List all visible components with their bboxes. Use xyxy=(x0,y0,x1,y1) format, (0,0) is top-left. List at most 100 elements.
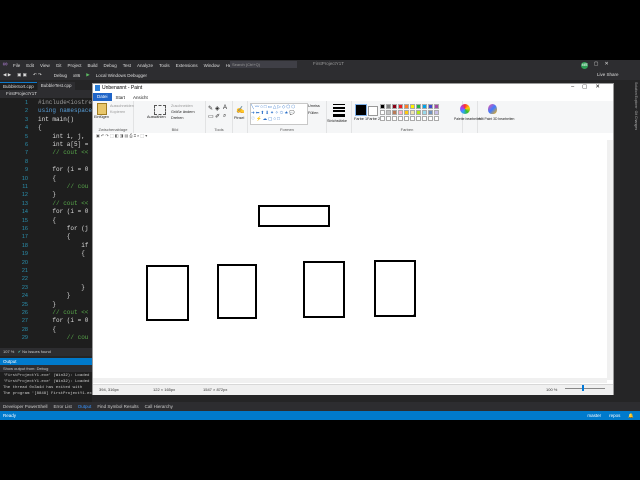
tab-start[interactable]: Start xyxy=(112,95,130,100)
menu-project[interactable]: Project xyxy=(64,63,84,68)
palette-swatch[interactable] xyxy=(404,104,409,109)
editor-zoom[interactable]: 107 % xyxy=(3,349,14,354)
menu-file[interactable]: File xyxy=(10,63,23,68)
menu-edit[interactable]: Edit xyxy=(23,63,37,68)
undo-icon[interactable]: ↶ ↷ xyxy=(30,72,45,78)
canvas-horizontal-scrollbar[interactable] xyxy=(93,378,607,383)
canvas-vertical-scrollbar[interactable] xyxy=(607,140,613,380)
tab-ansicht[interactable]: Ansicht xyxy=(129,95,152,100)
palette-swatch-empty[interactable] xyxy=(404,116,409,121)
repo-name[interactable]: repos xyxy=(609,413,620,419)
palette-swatch[interactable] xyxy=(422,104,427,109)
fill-button[interactable]: Füllen xyxy=(308,111,318,115)
paint-canvas[interactable] xyxy=(93,140,607,380)
tab-error-list[interactable]: Error List xyxy=(51,404,75,409)
git-branch[interactable]: master xyxy=(587,413,601,419)
tab-call-hierarchy[interactable]: Call Hierarchy xyxy=(142,404,176,409)
color-palette[interactable] xyxy=(380,104,440,124)
config-dropdown[interactable]: Debug xyxy=(51,73,70,78)
palette-swatch[interactable] xyxy=(428,110,433,115)
palette-swatch[interactable] xyxy=(380,104,385,109)
palette-swatch[interactable] xyxy=(386,104,391,109)
scope-dropdown[interactable]: FirstProjectY1T xyxy=(0,90,98,98)
cut-button[interactable]: Ausschneiden xyxy=(110,104,134,108)
palette-swatch[interactable] xyxy=(428,104,433,109)
color1-swatch[interactable] xyxy=(355,104,367,116)
menu-extensions[interactable]: Extensions xyxy=(173,63,201,68)
tab-output[interactable]: Output xyxy=(75,404,95,409)
rotate-button[interactable]: Drehen xyxy=(171,116,183,120)
start-debug-icon[interactable]: ▶ xyxy=(83,72,92,78)
menu-debug[interactable]: Debug xyxy=(101,63,120,68)
brushes-button[interactable]: Pinsel xyxy=(234,116,244,120)
palette-swatch-empty[interactable] xyxy=(398,116,403,121)
start-debug-button[interactable]: Local Windows Debugger xyxy=(93,73,150,78)
palette-swatch-empty[interactable] xyxy=(434,116,439,121)
palette-swatch-empty[interactable] xyxy=(386,116,391,121)
live-share-button[interactable]: Live Share xyxy=(597,72,619,77)
output-source[interactable]: Show output from: Debug xyxy=(0,365,95,372)
menu-build[interactable]: Build xyxy=(85,63,101,68)
git-changes-tab[interactable]: Git Changes xyxy=(634,111,638,130)
copy-button[interactable]: Kopieren xyxy=(110,110,125,114)
palette-swatch[interactable] xyxy=(392,104,397,109)
palette-swatch-empty[interactable] xyxy=(416,116,421,121)
palette-swatch[interactable] xyxy=(410,104,415,109)
code-editor[interactable]: 1 2 3 4 5 6 7 8 9 10 11 12 13 14 15 16 17 18 19 20 21 22 23 24 2… xyxy=(0,98,103,348)
tab-bubbletest[interactable]: BubbleTest.cpp xyxy=(37,82,75,90)
fill-icon[interactable]: ◈ xyxy=(215,105,220,112)
menu-tools[interactable]: Tools xyxy=(156,63,173,68)
palette-swatch-empty[interactable] xyxy=(428,116,433,121)
palette-swatch[interactable] xyxy=(416,110,421,115)
palette-swatch-empty[interactable] xyxy=(380,116,385,121)
menu-git[interactable]: Git xyxy=(53,63,65,68)
paste-button[interactable]: Einfügen xyxy=(94,115,109,119)
tab-developer-powershell[interactable]: Developer PowerShell xyxy=(0,404,51,409)
zoom-slider[interactable] xyxy=(565,388,605,389)
paint-window-controls[interactable]: –▢✕ xyxy=(571,84,608,90)
palette-swatch[interactable] xyxy=(386,110,391,115)
select-button[interactable]: Auswählen xyxy=(147,115,166,119)
palette-swatch[interactable] xyxy=(380,110,385,115)
palette-swatch-empty[interactable] xyxy=(410,116,415,121)
output-panel[interactable]: 'FirstProjectY1.exe' (Win32): Loaded 'Fi… xyxy=(0,372,92,402)
notifications-icon[interactable]: 🔔 xyxy=(628,413,634,419)
palette-swatch-empty[interactable] xyxy=(422,116,427,121)
color2-swatch[interactable] xyxy=(368,106,378,116)
solution-explorer-tab[interactable]: Solution Explorer xyxy=(634,82,638,109)
zoom-slider-thumb[interactable] xyxy=(582,385,584,391)
palette-swatch[interactable] xyxy=(434,110,439,115)
vs-window-controls[interactable]: –▢✕ xyxy=(585,61,615,67)
paint3d-button[interactable]: Mit Paint 3D bearbeiten xyxy=(479,117,514,121)
palette-swatch[interactable] xyxy=(392,110,397,115)
pencil-icon[interactable]: ✎ xyxy=(208,105,213,112)
palette-swatch-empty[interactable] xyxy=(392,116,397,121)
eraser-icon[interactable]: ▭ xyxy=(208,113,214,120)
menu-window[interactable]: Window xyxy=(201,63,223,68)
magnifier-icon[interactable]: ⌕ xyxy=(223,113,226,120)
save-icon[interactable]: ▣ ▣ xyxy=(14,72,30,78)
menu-view[interactable]: View xyxy=(37,63,53,68)
menu-test[interactable]: Test xyxy=(120,63,134,68)
brush-icon[interactable]: ✍ xyxy=(236,106,245,114)
palette-swatch[interactable] xyxy=(398,110,403,115)
palette-swatch[interactable] xyxy=(398,104,403,109)
text-icon[interactable]: A xyxy=(223,105,227,111)
vs-search-input[interactable]: Search (Ctrl+Q) xyxy=(230,61,297,68)
palette-swatch[interactable] xyxy=(434,104,439,109)
menu-analyze[interactable]: Analyze xyxy=(134,63,156,68)
palette-swatch[interactable] xyxy=(422,110,427,115)
resize-button[interactable]: Größe ändern xyxy=(171,110,195,114)
outline-button[interactable]: Umriss xyxy=(308,104,320,108)
size-button[interactable]: Strichstärke xyxy=(327,119,347,123)
palette-swatch[interactable] xyxy=(410,110,415,115)
platform-dropdown[interactable]: x86 xyxy=(70,73,83,78)
shapes-gallery[interactable]: ╲〰○□▭△▷◇⬠⬡ ➜⬅⬆⬇✦✧✩★💬 ♡⚡☁▢○□ xyxy=(250,103,308,125)
palette-swatch[interactable] xyxy=(404,110,409,115)
tab-datei[interactable]: Datei xyxy=(93,93,112,101)
tab-find-symbol-results[interactable]: Find Symbol Results xyxy=(94,404,141,409)
qat-icons[interactable]: ▣ ↶ ↷ ⬚ ◧ ◨ ▤ ⎙ ⌗ ⌕ ⬚ ▾ xyxy=(96,133,147,138)
color-picker-icon[interactable]: ✐ xyxy=(215,113,220,120)
crop-button[interactable]: Zuschneiden xyxy=(171,104,193,108)
palette-swatch[interactable] xyxy=(416,104,421,109)
